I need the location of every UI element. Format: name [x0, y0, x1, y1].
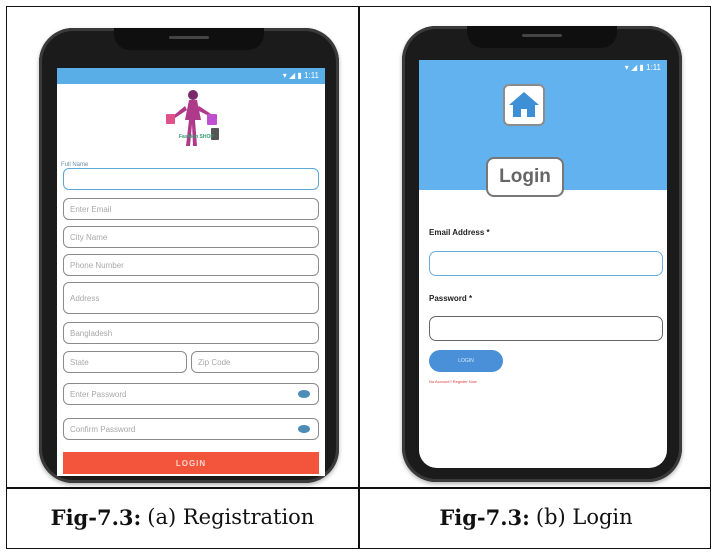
phone-notch	[114, 28, 264, 50]
caption-text: (a) Registration	[147, 505, 315, 529]
login-button[interactable]: LOGIN	[429, 350, 503, 372]
caption-registration: Fig-7.3: (a) Registration	[7, 497, 358, 537]
caption-fig-label: Fig-7.3:	[50, 504, 142, 530]
email-input[interactable]: Enter Email	[63, 198, 319, 220]
home-icon	[509, 92, 539, 117]
login-phone-frame: ▾ ◢ ▮ 1:11 Login Email Address * Passwor…	[402, 26, 682, 482]
figure-table: ▾ ◢ ▮ 1:11 Fashion SHOP Full Name Enter …	[6, 6, 711, 549]
registration-screen: ▾ ◢ ▮ 1:11 Fashion SHOP Full Name Enter …	[57, 68, 325, 476]
zip-input[interactable]: Zip Code	[191, 351, 319, 373]
home-icon-box	[503, 84, 545, 126]
status-bar: ▾ ◢ ▮ 1:11	[624, 63, 661, 72]
email-label: Email Address *	[429, 228, 490, 237]
password-input[interactable]	[429, 316, 663, 341]
email-input[interactable]	[429, 251, 663, 276]
logo-text: Fashion SHOP	[179, 134, 214, 140]
table-divider-vertical	[358, 7, 360, 548]
table-divider-horizontal	[7, 487, 710, 489]
address-input[interactable]: Address	[63, 282, 319, 314]
password-label: Password *	[429, 294, 473, 303]
registration-login-button[interactable]: LOGIN	[63, 452, 319, 474]
phone-notch	[467, 26, 617, 48]
status-bar: ▾ ◢ ▮ 1:11	[57, 68, 325, 84]
caption-fig-label: Fig-7.3:	[439, 504, 530, 530]
phone-input[interactable]: Phone Number	[63, 254, 319, 276]
speaker-grille	[169, 36, 209, 39]
registration-phone-frame: ▾ ◢ ▮ 1:11 Fashion SHOP Full Name Enter …	[39, 28, 339, 483]
login-title: Login	[486, 157, 564, 197]
confirm-password-placeholder: Confirm Password	[70, 424, 136, 434]
login-screen: ▾ ◢ ▮ 1:11 Login Email Address * Passwor…	[419, 60, 667, 468]
password-input[interactable]: Enter Password	[63, 383, 319, 405]
password-placeholder: Enter Password	[70, 389, 127, 399]
shop-logo-icon: Fashion SHOP	[166, 90, 219, 146]
eye-icon[interactable]	[298, 425, 310, 433]
eye-icon[interactable]	[298, 390, 310, 398]
city-input[interactable]: City Name	[63, 226, 319, 248]
country-select[interactable]: Bangladesh	[63, 322, 319, 344]
confirm-password-input[interactable]: Confirm Password	[63, 418, 319, 440]
register-link[interactable]: No Account? Register Now	[429, 379, 477, 384]
full-name-input[interactable]	[63, 168, 319, 190]
speaker-grille	[522, 34, 562, 37]
caption-login: Fig-7.3: (b) Login	[360, 497, 712, 537]
caption-text: (b) Login	[535, 505, 633, 529]
state-input[interactable]: State	[63, 351, 187, 373]
